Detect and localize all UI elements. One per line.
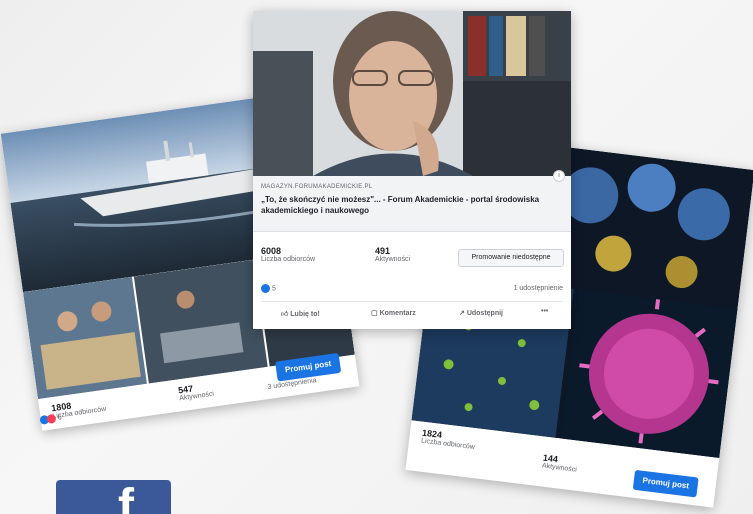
comment-button[interactable]: ▢ Komentarz — [371, 309, 416, 317]
portrait-photo — [253, 11, 571, 176]
center-post-card: MAGAZYN.FORUMAKADEMICKIE.PL „To, że skoń… — [253, 11, 571, 329]
like-button[interactable]: 👍︎ Lubię to! — [281, 309, 320, 318]
center-reach-label: Liczba odbiorców — [261, 256, 316, 263]
center-shares[interactable]: 1 udostępnienie — [514, 285, 563, 292]
share-icon: ↗ — [459, 310, 465, 317]
center-reactions-count: 5 — [271, 285, 276, 293]
reactions-row: 5 1 udostępnienie — [261, 284, 563, 298]
right-boost-button[interactable]: Promuj post — [632, 469, 699, 498]
center-reach-count: 6008 — [261, 246, 282, 256]
left-reactions-count: 6 — [57, 414, 63, 422]
source-domain: MAGAZYN.FORUMAKADEMICKIE.PL — [261, 184, 373, 190]
center-engagement-count: 491 — [375, 246, 391, 256]
article-headline[interactable]: „To, że skończyć nie możesz"... - Forum … — [261, 194, 561, 216]
like-reaction-icon — [261, 284, 270, 293]
facebook-logo-glyph: f — [118, 480, 134, 514]
thumbs-up-icon: 👍︎ — [281, 311, 289, 318]
share-button[interactable]: ↗ Udostępnij — [459, 309, 503, 317]
more-options-icon[interactable]: ••• — [541, 308, 548, 315]
info-icon[interactable]: i — [553, 170, 565, 182]
comment-icon: ▢ — [371, 310, 378, 317]
boost-unavailable-button: Promowanie niedostępne — [458, 249, 564, 267]
center-engagement-label: Aktywności — [375, 256, 411, 263]
love-reaction-icon — [46, 413, 57, 424]
facebook-logo-icon: f — [56, 480, 171, 514]
action-bar: 👍︎ Lubię to! ▢ Komentarz ↗ Udostępnij ••… — [253, 306, 571, 326]
